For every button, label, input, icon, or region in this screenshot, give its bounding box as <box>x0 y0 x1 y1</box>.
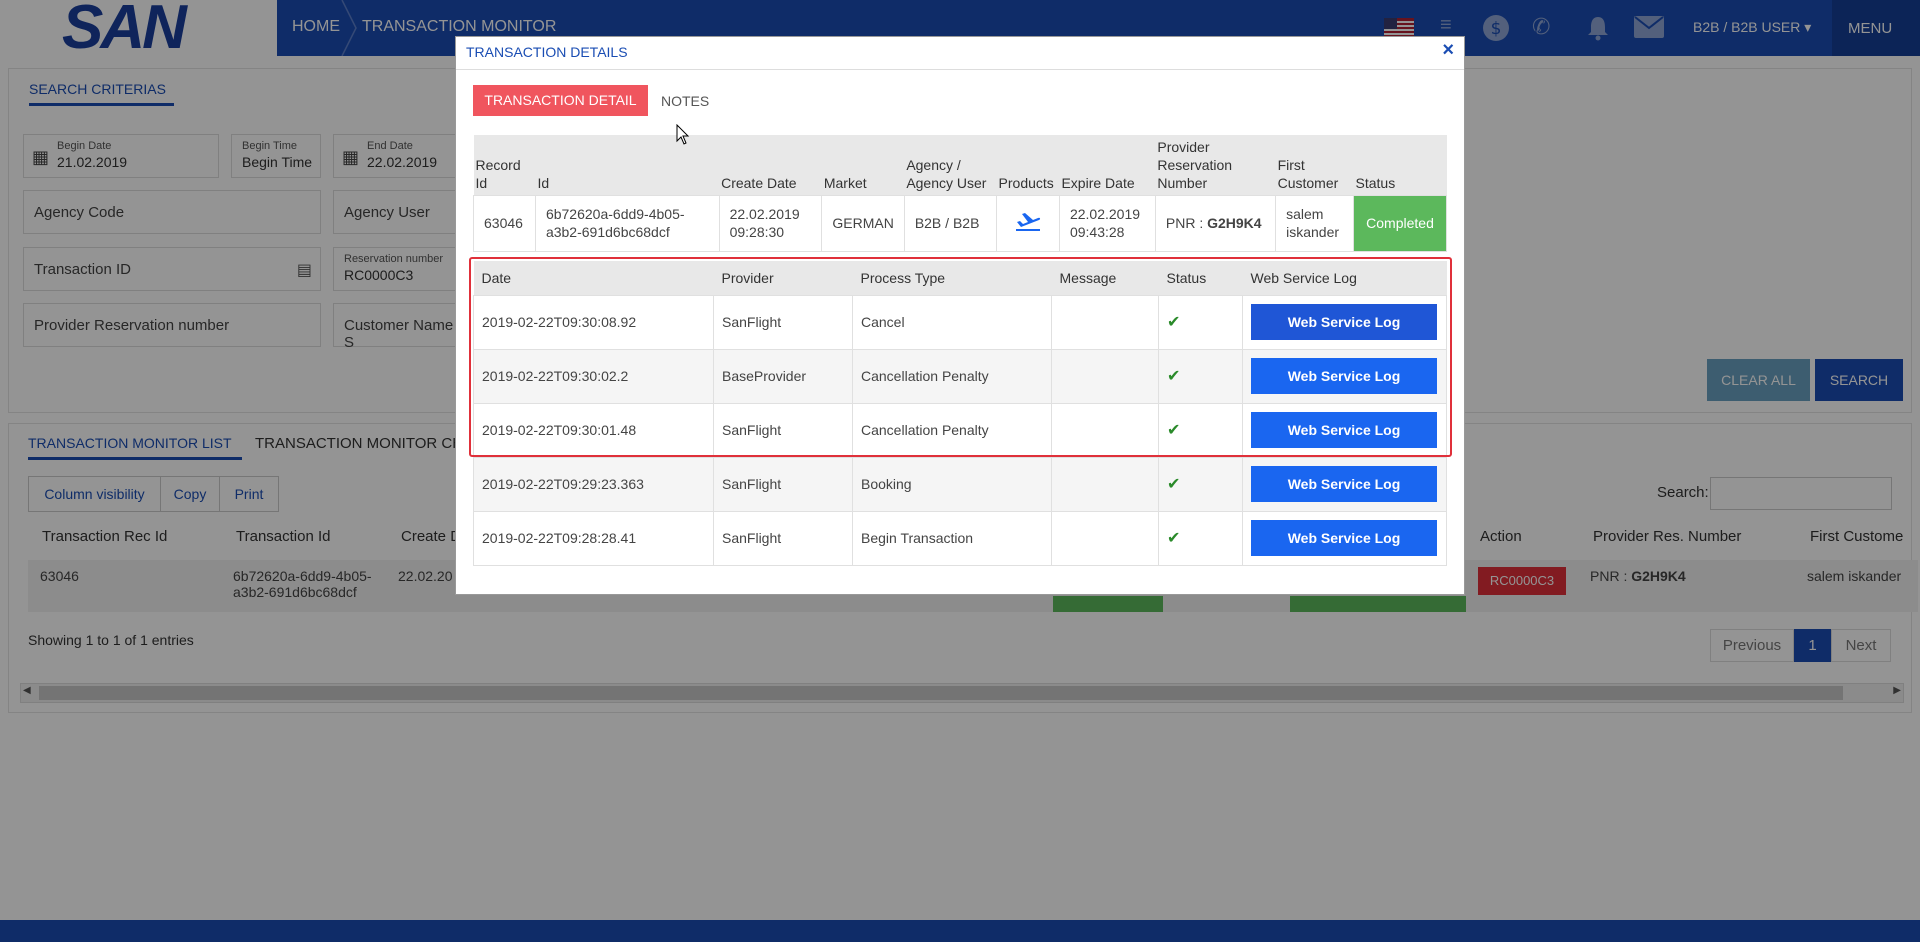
col-status: Status <box>1353 135 1447 195</box>
web-service-log-button[interactable]: Web Service Log <box>1251 520 1437 556</box>
table-row: 63046 6b72620a-6dd9-4b05-a3b2-691d6bc68d… <box>473 194 1447 252</box>
col-id: Id <box>535 135 720 195</box>
agency-cell: B2B / B2B <box>903 194 998 252</box>
highlight-box <box>469 257 1452 457</box>
products-cell <box>996 194 1060 252</box>
log-message <box>1051 510 1159 566</box>
flight-departure-icon <box>1016 213 1041 231</box>
log-provider: SanFlight <box>713 510 853 566</box>
mouse-cursor-icon <box>676 124 690 145</box>
col-record-id: Record Id <box>473 135 536 195</box>
log-date: 2019-02-22T09:28:28.41 <box>473 510 714 566</box>
log-status: ✔ <box>1158 510 1243 566</box>
log-message <box>1051 456 1159 512</box>
log-action: Web Service Log <box>1242 456 1447 512</box>
record-id-cell: 63046 <box>473 194 536 252</box>
log-row: 2019-02-22T09:28:28.41 SanFlight Begin T… <box>473 510 1447 566</box>
pnr-prefix: PNR : <box>1165 215 1204 231</box>
log-date: 2019-02-22T09:29:23.363 <box>473 456 714 512</box>
market-cell: GERMAN <box>821 194 905 252</box>
tab-transaction-detail[interactable]: TRANSACTION DETAIL <box>473 85 648 116</box>
transaction-details-modal: TRANSACTION DETAILS × TRANSACTION DETAIL… <box>455 36 1465 595</box>
web-service-log-button[interactable]: Web Service Log <box>1251 466 1437 502</box>
col-agency: Agency / Agency User <box>904 135 997 195</box>
col-provider-reservation: Provider Reservation Number <box>1155 135 1276 195</box>
check-icon: ✔ <box>1167 530 1181 547</box>
id-cell: 6b72620a-6dd9-4b05-a3b2-691d6bc68dcf <box>534 194 720 252</box>
log-provider: SanFlight <box>713 456 853 512</box>
tab-notes[interactable]: NOTES <box>661 93 709 109</box>
check-icon: ✔ <box>1167 476 1181 493</box>
col-first-customer: First Customer <box>1275 135 1354 195</box>
close-icon[interactable]: × <box>1442 39 1454 62</box>
pnr-value: G2H9K4 <box>1207 215 1262 231</box>
col-products: Products <box>996 135 1060 195</box>
first-customer-cell: salem iskander <box>1275 194 1355 252</box>
log-process: Begin Transaction <box>852 510 1052 566</box>
log-process: Booking <box>852 456 1052 512</box>
divider <box>456 69 1464 70</box>
provider-reservation-cell: PNR : G2H9K4 <box>1154 194 1277 252</box>
col-expire-date: Expire Date <box>1059 135 1156 195</box>
log-action: Web Service Log <box>1242 510 1447 566</box>
transaction-summary-table: Record Id Id Create Date Market Agency /… <box>473 135 1447 252</box>
log-row: 2019-02-22T09:29:23.363 SanFlight Bookin… <box>473 456 1447 512</box>
col-market: Market <box>821 135 905 195</box>
log-status: ✔ <box>1158 456 1243 512</box>
expire-date-cell: 22.02.2019 09:43:28 <box>1058 194 1156 252</box>
col-create-date: Create Date <box>719 135 822 195</box>
create-date-cell: 22.02.2019 09:28:30 <box>718 194 823 252</box>
status-badge: Completed <box>1353 194 1447 252</box>
modal-title: TRANSACTION DETAILS <box>466 44 628 60</box>
